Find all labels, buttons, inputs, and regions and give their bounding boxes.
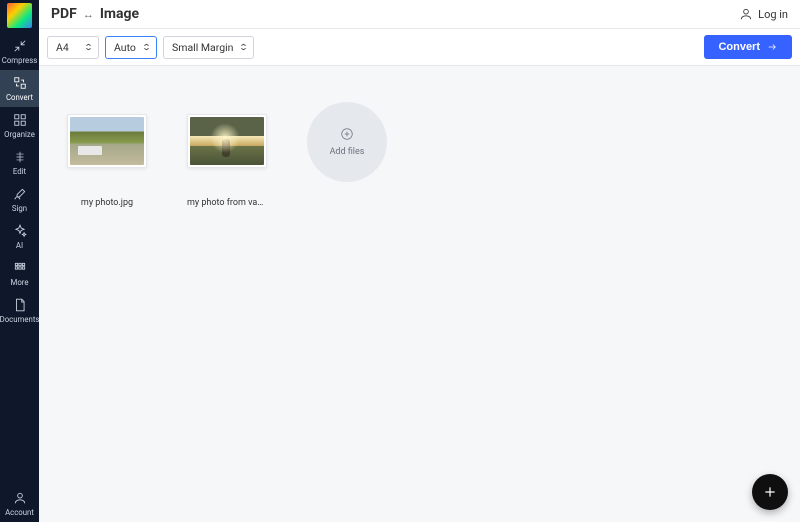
file-name: my photo from vacati… — [187, 198, 267, 208]
sidebar-item-ai[interactable]: AI — [0, 218, 39, 255]
add-files-button[interactable]: Add files — [307, 102, 387, 182]
convert-icon — [13, 76, 27, 90]
user-icon — [739, 7, 753, 21]
fab-add-button[interactable] — [752, 474, 788, 510]
compress-icon — [13, 39, 27, 53]
workspace: my photo.jpg my photo from vacati… Add f… — [39, 66, 800, 522]
sidebar-item-label: Documents — [0, 315, 39, 324]
sidebar-item-account[interactable]: Account — [0, 485, 39, 522]
convert-label: Convert — [718, 41, 760, 53]
sidebar-item-label: Organize — [4, 130, 35, 139]
sidebar-item-convert[interactable]: Convert — [0, 70, 39, 107]
header: PDF ↔ Image Log in — [39, 0, 800, 29]
plus-icon — [762, 484, 778, 500]
sidebar-item-organize[interactable]: Organize — [0, 107, 39, 144]
page-size-value: A4 — [56, 41, 69, 54]
sidebar-item-documents[interactable]: Documents — [0, 292, 39, 329]
sidebar-item-label: Convert — [6, 93, 33, 102]
more-icon — [13, 261, 27, 275]
sidebar-item-label: Sign — [12, 204, 27, 213]
plus-circle-icon — [340, 127, 354, 141]
file-card[interactable]: my photo from vacati… — [187, 114, 267, 208]
sidebar-item-label: Edit — [13, 167, 26, 176]
documents-icon — [13, 298, 27, 312]
file-name: my photo.jpg — [81, 198, 133, 208]
sidebar-item-sign[interactable]: Sign — [0, 181, 39, 218]
login-button[interactable]: Log in — [739, 7, 788, 21]
toolbar: A4 Auto Small Margin Convert — [39, 29, 800, 66]
convert-button[interactable]: Convert — [704, 35, 792, 59]
page-title: PDF ↔ Image — [51, 6, 139, 22]
sign-icon — [13, 187, 27, 201]
orientation-value: Auto — [114, 41, 136, 54]
page-size-select[interactable]: A4 — [47, 36, 99, 59]
ai-icon — [13, 224, 27, 238]
login-label: Log in — [758, 8, 788, 21]
file-thumbnail — [67, 114, 147, 168]
sidebar-item-label: Account — [5, 508, 34, 517]
arrow-right-icon — [766, 42, 778, 52]
sidebar-item-label: More — [11, 278, 29, 287]
orientation-select[interactable]: Auto — [105, 36, 157, 59]
file-thumbnail — [187, 114, 267, 168]
margin-value: Small Margin — [172, 41, 233, 54]
sidebar-item-edit[interactable]: Edit — [0, 144, 39, 181]
sidebar-item-more[interactable]: More — [0, 255, 39, 292]
sidebar-item-label: AI — [16, 241, 23, 250]
file-card[interactable]: my photo.jpg — [67, 114, 147, 208]
main: PDF ↔ Image Log in A4 Auto Small Margin — [39, 0, 800, 522]
toolbar-left: A4 Auto Small Margin — [47, 36, 254, 59]
margin-select[interactable]: Small Margin — [163, 36, 254, 59]
logo[interactable] — [7, 3, 32, 28]
edit-icon — [13, 150, 27, 164]
sidebar-item-compress[interactable]: Compress — [0, 33, 39, 70]
title-part-left: PDF — [51, 6, 77, 22]
sidebar: Compress Convert Organize Edit Sign AI — [0, 0, 39, 522]
account-icon — [13, 491, 27, 505]
swap-icon: ↔ — [83, 8, 94, 21]
sidebar-item-label: Compress — [2, 56, 38, 65]
organize-icon — [13, 113, 27, 127]
add-files-label: Add files — [330, 147, 365, 157]
title-part-right: Image — [100, 6, 139, 22]
sidebar-nav: Compress Convert Organize Edit Sign AI — [0, 33, 39, 329]
